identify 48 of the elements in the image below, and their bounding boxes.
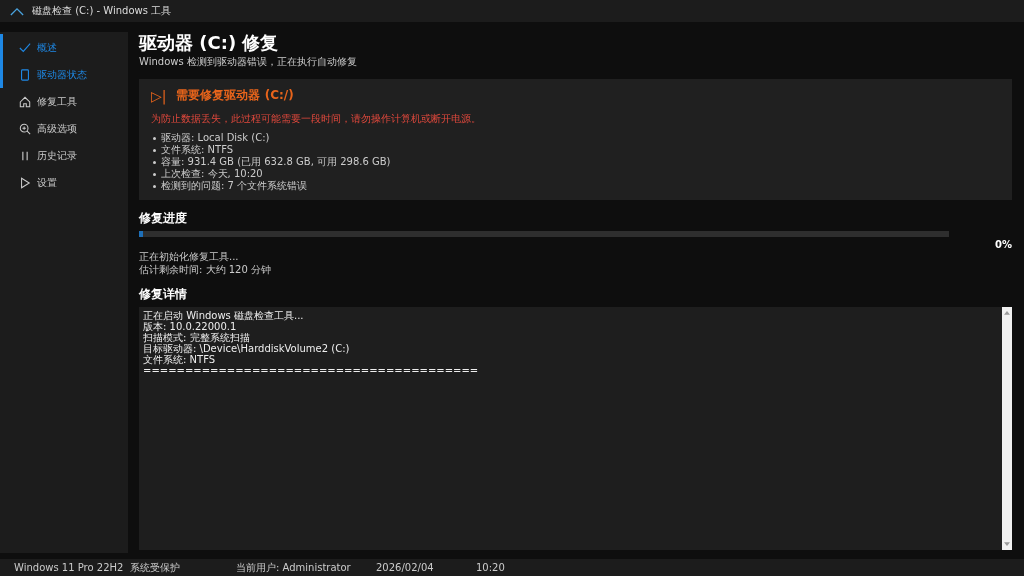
log-line: 扫描模式: 完整系统扫描 xyxy=(143,332,251,343)
scrollbar[interactable] xyxy=(1002,307,1012,550)
sidebar-item[interactable]: 修复工具 xyxy=(0,88,128,115)
window-title: 磁盘检查 (C:) - Windows 工具 xyxy=(32,4,172,18)
page-subtitle: Windows 检测到驱动器错误，正在执行自动修复 xyxy=(139,55,358,69)
phone-icon xyxy=(19,68,31,81)
scroll-down-icon[interactable] xyxy=(1004,542,1010,547)
status-item: 系统受保护 xyxy=(130,560,181,575)
chevron-up-icon xyxy=(10,6,24,16)
status-item: 2026/02/04 xyxy=(376,562,435,573)
pause-icon xyxy=(19,149,31,162)
progress-percent: 0% xyxy=(995,239,1012,250)
scroll-up-icon[interactable] xyxy=(1004,310,1010,315)
bullet-icon xyxy=(153,172,156,176)
bullet-icon xyxy=(153,136,156,140)
log-line: 版本: 10.0.22000.1 xyxy=(143,321,238,332)
sidebar-item[interactable]: 历史记录 xyxy=(0,142,128,169)
bullet-icon xyxy=(153,160,156,164)
check-icon xyxy=(19,41,31,54)
sidebar-item[interactable]: 高级选项 xyxy=(0,115,128,142)
zoom-icon xyxy=(19,122,31,135)
page-title: 驱动器 (C:) 修复 xyxy=(139,32,280,54)
eta-text: 估计剩余时间: 大约 120 分钟 xyxy=(139,263,272,276)
status-item: 10:20 xyxy=(476,562,505,573)
detail-item: 上次检查: 今天, 10:20 xyxy=(161,168,263,180)
bullet-icon xyxy=(153,148,156,152)
bullet-icon xyxy=(153,184,156,188)
home-icon xyxy=(19,95,31,108)
sidebar-item[interactable]: 设置 xyxy=(0,169,128,196)
log-line: ======================================== xyxy=(143,365,480,376)
alert-icon: ▷| xyxy=(151,87,167,104)
sidebar-item[interactable]: 概述 xyxy=(0,34,128,61)
log-line: 正在启动 Windows 磁盘检查工具... xyxy=(143,310,305,321)
detail-item: 容量: 931.4 GB (已用 632.8 GB, 可用 298.6 GB) xyxy=(161,156,391,168)
sidebar-item[interactable]: 驱动器状态 xyxy=(0,61,128,88)
log-line: 目标驱动器: \Device\HarddiskVolume2 (C:) xyxy=(143,343,351,354)
status-item: Windows 11 Pro 22H2 xyxy=(14,562,125,573)
status-item: 当前用户: Administrator xyxy=(236,560,352,575)
section-heading: 修复详情 xyxy=(139,286,188,303)
detail-item: 检测到的问题: 7 个文件系统错误 xyxy=(161,180,308,192)
detail-item: 驱动器: Local Disk (C:) xyxy=(161,132,270,144)
alert-title: 需要修复驱动器 (C:/) xyxy=(176,87,294,104)
log-line: 文件系统: NTFS xyxy=(143,354,217,365)
play-icon xyxy=(19,176,31,189)
status-text: 正在初始化修复工具... xyxy=(139,250,240,263)
section-heading: 修复进度 xyxy=(139,210,188,227)
warning-text: 为防止数据丢失，此过程可能需要一段时间，请勿操作计算机或断开电源。 xyxy=(151,112,482,126)
detail-item: 文件系统: NTFS xyxy=(161,144,234,156)
